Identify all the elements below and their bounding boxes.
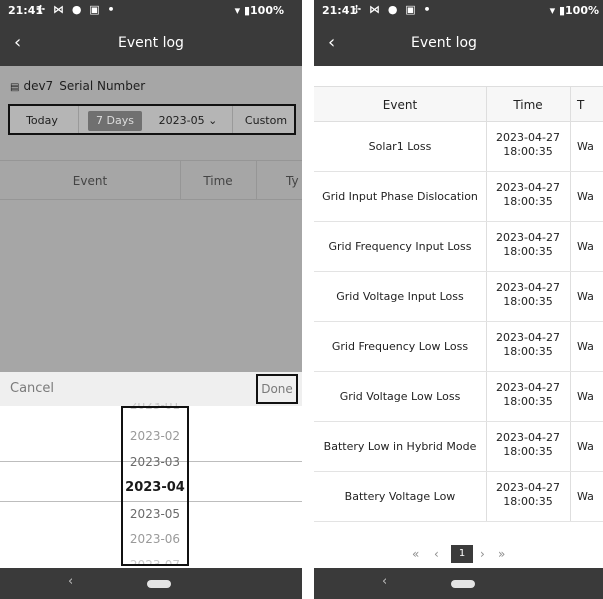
battery-icon: ▾ ▮100% — [549, 4, 599, 17]
time-cell: 2023-04-27 18:00:35 — [486, 231, 570, 259]
device-row[interactable]: ▤ dev7 Serial Number — [10, 79, 145, 93]
type-cell: Wa — [577, 240, 594, 253]
event-cell: Solar1 Loss — [368, 140, 432, 153]
system-nav-bar: ‹ — [0, 568, 302, 599]
clock-text: 18:00:35 — [503, 195, 553, 208]
app-header: ‹ Event log — [0, 22, 302, 66]
cancel-button[interactable]: Cancel — [10, 381, 54, 396]
notification-icons: ✢ ⋈ ● ▣ • — [352, 3, 433, 16]
today-button[interactable]: Today — [14, 111, 70, 131]
table-row[interactable]: Grid Input Phase Dislocation 2023-04-27 18… — [314, 172, 603, 222]
divider — [78, 106, 79, 133]
column-header-event: Event — [382, 98, 418, 112]
date-text: 2023-04-27 — [496, 131, 560, 144]
date-text: 2023-04-27 — [496, 281, 560, 294]
time-cell: 2023-04-27 18:00:35 — [486, 131, 570, 159]
type-cell: Wa — [577, 390, 594, 403]
type-cell: Wa — [577, 140, 594, 153]
clock-text: 18:00:35 — [503, 245, 553, 258]
time-cell: 2023-04-27 18:00:35 — [486, 281, 570, 309]
status-bar: 21:41 ✢ ⋈ ● ▣ • ▾ ▮100% — [314, 0, 603, 22]
column-header-time: Time — [513, 98, 543, 112]
table-header: Event Time Ty — [0, 160, 302, 200]
picker-highlight-box — [121, 406, 189, 566]
serial-number-label: Serial Number — [59, 79, 146, 93]
time-cell: 2023-04-27 18:00:35 — [486, 181, 570, 209]
month-select[interactable]: 2023-05 ⌄ — [148, 111, 228, 131]
clock-text: 18:00:35 — [503, 145, 553, 158]
clock-text: 18:00:35 — [503, 445, 553, 458]
pagination: « ‹ 1 › » — [314, 543, 603, 567]
home-pill-icon[interactable] — [451, 580, 475, 588]
event-cell: Grid Voltage Input Loss — [336, 290, 464, 303]
panel-gap — [302, 0, 314, 599]
date-text: 2023-04-27 — [496, 481, 560, 494]
column-header-time: Time — [203, 174, 233, 188]
picker-toolbar: Cancel Done — [0, 372, 302, 406]
event-cell: Battery Low in Hybrid Mode — [323, 440, 477, 453]
clock-text: 18:00:35 — [503, 345, 553, 358]
battery-icon: ▾ ▮100% — [234, 4, 284, 17]
event-cell: Battery Voltage Low — [344, 490, 456, 503]
type-cell: Wa — [577, 340, 594, 353]
done-button[interactable]: Done — [256, 374, 298, 404]
type-cell: Wa — [577, 190, 594, 203]
clock-text: 18:00:35 — [503, 395, 553, 408]
device-icon: ▤ — [10, 82, 20, 93]
date-text: 2023-04-27 — [496, 431, 560, 444]
status-bar: 21:41 ✢ ⋈ ● ▣ • ▾ ▮100% — [0, 0, 302, 22]
home-pill-icon[interactable] — [147, 580, 171, 588]
divider — [256, 161, 257, 199]
table-row[interactable]: Grid Frequency Input Loss 2023-04-27 18:00… — [314, 222, 603, 272]
current-page-button[interactable]: 1 — [451, 545, 473, 563]
clock-text: 18:00:35 — [503, 295, 553, 308]
column-header-type: T — [577, 98, 585, 112]
custom-button[interactable]: Custom — [238, 111, 294, 131]
date-text: 2023-04-27 — [496, 181, 560, 194]
last-page-icon[interactable]: » — [498, 547, 505, 561]
table-header: Event Time T — [314, 86, 603, 122]
event-cell: Grid Input Phase Dislocation — [322, 190, 478, 203]
type-cell: Wa — [577, 490, 594, 503]
app-header: ‹ Event log — [314, 22, 603, 66]
device-name: dev7 — [23, 79, 54, 93]
right-screen: 21:41 ✢ ⋈ ● ▣ • ▾ ▮100% ‹ Event log Even… — [314, 0, 603, 599]
date-text: 2023-04-27 — [496, 231, 560, 244]
time-cell: 2023-04-27 18:00:35 — [486, 331, 570, 359]
next-page-icon[interactable]: › — [480, 547, 485, 561]
event-cell: Grid Frequency Low Loss — [331, 340, 469, 353]
time-cell: 2023-04-27 18:00:35 — [486, 431, 570, 459]
prev-page-icon[interactable]: ‹ — [434, 547, 439, 561]
seven-days-button[interactable]: 7 Days — [88, 111, 142, 131]
table-row[interactable]: Battery Low in Hybrid Mode 2023-04-27 18:0… — [314, 422, 603, 472]
column-header-event: Event — [72, 174, 108, 188]
clock-text: 18:00:35 — [503, 495, 553, 508]
type-cell: Wa — [577, 440, 594, 453]
nav-back-icon[interactable]: ‹ — [382, 574, 387, 589]
left-screen: 21:41 ✢ ⋈ ● ▣ • ▾ ▮100% ‹ Event log ▤ dev… — [0, 0, 302, 599]
event-cell: Grid Frequency Input Loss — [328, 240, 472, 253]
table-row[interactable]: Grid Frequency Low Loss 2023-04-27 18:00:3… — [314, 322, 603, 372]
table-row[interactable]: Battery Voltage Low 2023-04-27 18:00:35 Wa — [314, 472, 603, 522]
date-text: 2023-04-27 — [496, 381, 560, 394]
nav-back-icon[interactable]: ‹ — [68, 574, 73, 589]
table-row[interactable]: Solar1 Loss 2023-04-27 18:00:35 Wa — [314, 122, 603, 172]
time-cell: 2023-04-27 18:00:35 — [486, 481, 570, 509]
notification-icons: ✢ ⋈ ● ▣ • — [36, 3, 117, 16]
column-header-type: Ty — [286, 174, 299, 188]
table-row[interactable]: Grid Voltage Low Loss 2023-04-27 18:00:35 W… — [314, 372, 603, 422]
time-cell: 2023-04-27 18:00:35 — [486, 381, 570, 409]
date-text: 2023-04-27 — [496, 331, 560, 344]
event-cell: Grid Voltage Low Loss — [339, 390, 461, 403]
page-title: Event log — [118, 35, 184, 51]
system-nav-bar: ‹ — [314, 568, 603, 599]
divider — [232, 106, 233, 133]
type-cell: Wa — [577, 290, 594, 303]
table-body[interactable]: Solar1 Loss 2023-04-27 18:00:35 Wa Grid Inpu… — [314, 122, 603, 524]
table-row[interactable]: Grid Voltage Input Loss 2023-04-27 18:00:3… — [314, 272, 603, 322]
date-filter-bar: Today 7 Days 2023-05 ⌄ Custom — [8, 104, 296, 135]
page-title: Event log — [411, 35, 477, 51]
first-page-icon[interactable]: « — [412, 547, 419, 561]
